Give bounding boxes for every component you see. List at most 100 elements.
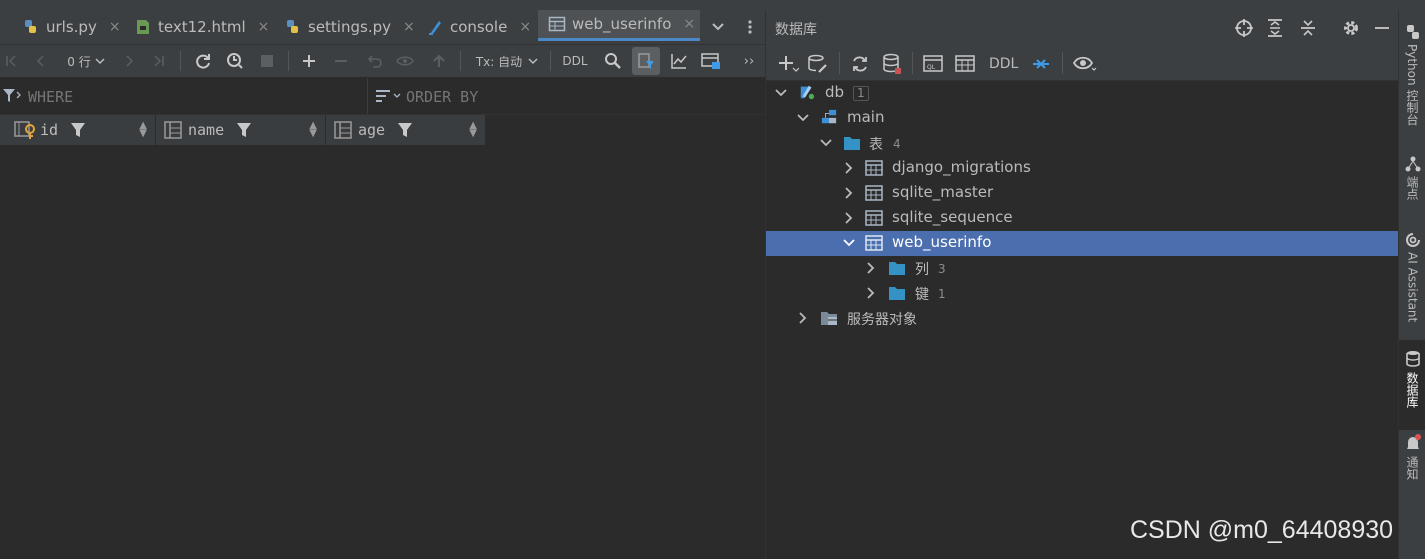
tab-list-dropdown[interactable] [708,10,728,44]
stop-icon [261,55,273,67]
chevron-down-icon[interactable] [775,87,787,99]
chart-view-button[interactable] [668,45,690,77]
arrow-up-icon [433,54,445,67]
tool-window-python-console[interactable]: Python 控制台 [1399,24,1425,125]
tab-web-userinfo[interactable]: web_userinfo × [538,10,700,41]
tree-node-table[interactable]: django_migrations [766,156,1399,181]
tool-window-ai-assistant[interactable]: AI Assistant [1399,232,1425,322]
chevron-right-icon[interactable] [865,287,877,299]
tree-node-server-objects[interactable]: 服务器对象 [766,306,1399,331]
schema-settings-button[interactable] [882,53,902,75]
tab-console[interactable]: console × [426,10,531,44]
transaction-mode-label: Tx: 自动 [475,54,523,69]
add-datasource-button[interactable] [777,54,799,74]
crosshair-icon [1235,19,1253,37]
filter-icon[interactable] [236,122,252,138]
chevron-right-icon[interactable] [843,162,855,174]
sort-arrows-icon[interactable]: ▲ ▼ [139,121,147,139]
chevron-right-icon[interactable] [843,212,855,224]
stop-button[interactable] [256,45,278,77]
preview-pending-button[interactable] [394,45,416,77]
close-icon[interactable]: × [403,19,415,35]
column-header-name[interactable]: name ▲ ▼ [156,115,326,145]
row-count-dropdown[interactable]: 0 行 [60,45,112,77]
close-icon[interactable]: × [258,19,270,35]
first-page-button[interactable] [2,45,20,77]
sort-arrows-icon[interactable]: ▲ ▼ [469,121,477,139]
transaction-mode-dropdown[interactable]: Tx: 自动 [472,45,542,77]
tab-label: settings.py [308,18,391,36]
column-header-age[interactable]: age ▲ ▼ [326,115,486,145]
server-objects-icon [821,312,837,325]
tree-node-tables-folder[interactable]: 表 4 [766,131,1399,156]
close-icon[interactable]: × [519,19,531,35]
tool-window-notifications[interactable]: 通知 [1399,434,1425,480]
chevron-right-icon[interactable] [865,262,877,274]
order-by-input[interactable] [404,84,748,110]
python-icon [1406,25,1419,39]
tree-label: web_userinfo [892,233,992,251]
settings-button[interactable] [1341,18,1361,38]
tree-node-table[interactable]: sqlite_sequence [766,206,1399,231]
ddl-button[interactable]: DDL [558,45,592,77]
tree-node-keys-folder[interactable]: 键 1 [766,281,1399,306]
tab-urls-py[interactable]: urls.py × [22,10,121,44]
collapse-all-button[interactable] [1299,18,1317,38]
locate-button[interactable] [1234,18,1254,38]
tree-node-main[interactable]: main [766,106,1399,131]
filter-icon[interactable] [397,122,413,138]
grid-body[interactable] [0,147,765,559]
hide-panel-button[interactable] [1373,18,1391,38]
tool-window-endpoints[interactable]: 端点 [1399,156,1425,200]
where-input[interactable] [26,84,366,110]
tree-node-table[interactable]: sqlite_master [766,181,1399,206]
chevron-down-icon[interactable] [820,137,832,149]
tree-label: main [847,108,885,126]
ddl-button[interactable]: DDL [989,56,1018,72]
watermark: CSDN @m0_64408930 [1130,516,1394,544]
tool-window-label: 通知 [1405,456,1419,480]
search-button[interactable] [602,45,624,77]
filter-toggle-button[interactable] [632,47,660,75]
revert-button[interactable] [364,45,386,77]
auto-refresh-button[interactable] [224,45,246,77]
tool-window-database[interactable]: 数据库 [1399,340,1425,430]
chevron-right-icon[interactable] [843,187,855,199]
sort-arrows-icon[interactable]: ▲ ▼ [309,121,317,139]
jump-to-console-button[interactable] [1031,54,1051,74]
chevron-down-icon[interactable] [843,237,855,249]
close-icon[interactable]: × [109,19,121,35]
last-page-button[interactable] [150,45,168,77]
tab-options-button[interactable] [742,10,758,44]
refresh-button[interactable] [850,54,870,74]
datasource-properties-button[interactable] [807,54,829,74]
expand-all-button[interactable] [1266,18,1284,38]
column-name: age [358,121,386,139]
tab-settings-py[interactable]: settings.py × [284,10,415,44]
delete-row-button[interactable] [330,45,352,77]
column-header-id[interactable]: id ▲ ▼ [0,115,156,145]
view-mode-button[interactable] [700,45,722,77]
table-editor-button[interactable] [955,54,975,74]
tree-node-table-selected[interactable]: web_userinfo [766,231,1399,256]
filter-icon[interactable] [70,122,86,138]
refresh-button[interactable] [192,45,214,77]
tree-label: 表 [869,137,883,153]
toolbar-separator [912,52,913,74]
chevron-right-icon[interactable] [797,312,809,324]
table-icon [955,55,975,72]
chevron-down-icon[interactable] [797,112,809,124]
view-options-button[interactable] [1073,55,1097,73]
add-row-button[interactable] [298,45,320,77]
tree-node-db[interactable]: db 1 [766,81,1399,106]
toolbar-overflow-button[interactable]: ›› [740,45,758,77]
table-icon [865,235,883,251]
tab-text12-html[interactable]: text12.html × [134,10,269,44]
close-icon[interactable]: × [683,16,695,32]
submit-button[interactable] [428,45,450,77]
previous-page-button[interactable] [32,45,50,77]
tree-node-columns-folder[interactable]: 列 3 [766,256,1399,281]
next-page-button[interactable] [120,45,138,77]
chevron-down-icon [95,58,105,65]
query-console-button[interactable]: QL [923,54,943,74]
